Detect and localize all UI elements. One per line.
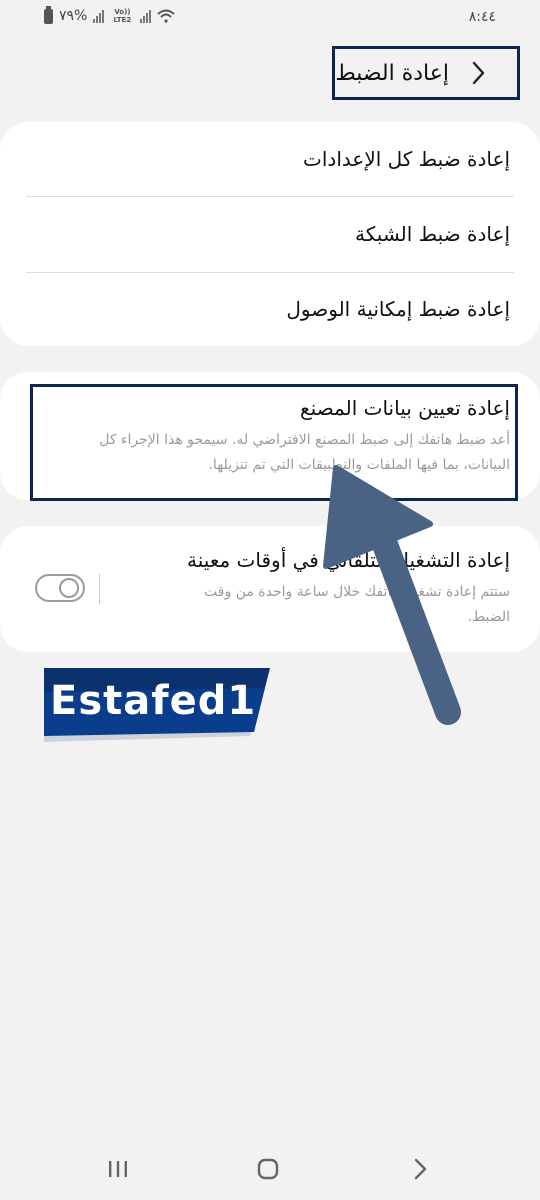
factory-reset-item[interactable]: إعادة تعيين بيانات المصنع أعد ضبط هاتفك … <box>0 372 540 500</box>
chevron-right-icon[interactable] <box>463 58 493 88</box>
auto-restart-description-1: ستتم إعادة تشغيل هاتفك خلال ساعة واحدة م… <box>204 584 510 600</box>
factory-reset-description-1: أعد ضبط هاتفك إلى ضبط المصنع الافتراضي ل… <box>99 432 510 448</box>
wifi-icon <box>157 9 176 23</box>
toggle-separator <box>99 574 100 604</box>
signal-icon <box>93 9 105 23</box>
page-title: إعادة الضبط <box>335 60 449 86</box>
recent-apps-icon[interactable] <box>98 1154 138 1184</box>
back-icon[interactable] <box>400 1154 440 1184</box>
status-bar: %٧٩ Vo)) LTE2 ٨:٤٤ <box>0 0 540 36</box>
reset-all-settings-item[interactable]: إعادة ضبط كل الإعدادات <box>26 122 510 196</box>
reset-accessibility-item[interactable]: إعادة ضبط إمكانية الوصول <box>26 272 510 346</box>
reset-accessibility-label: إعادة ضبط إمكانية الوصول <box>286 297 510 321</box>
status-time: ٨:٤٤ <box>468 9 496 25</box>
signal-icon-2 <box>140 9 152 23</box>
reset-options-card: إعادة ضبط كل الإعدادات إعادة ضبط الشبكة … <box>0 122 540 346</box>
battery-icon <box>44 5 53 24</box>
navigation-bar <box>0 1140 540 1200</box>
auto-restart-description-2: الضبط. <box>467 609 510 625</box>
toggle-knob <box>59 578 79 598</box>
auto-restart-toggle[interactable] <box>35 574 85 602</box>
status-icons: %٧٩ Vo)) LTE2 <box>44 5 176 24</box>
page-header: إعادة الضبط <box>332 46 520 100</box>
reset-all-settings-label: إعادة ضبط كل الإعدادات <box>303 147 510 171</box>
home-icon[interactable] <box>248 1154 288 1184</box>
watermark-logo: Estafed1 <box>44 666 270 744</box>
watermark-text: Estafed1 <box>50 678 257 724</box>
factory-reset-description-2: البيانات، بما فيها الملفات والتطبيقات ال… <box>208 457 510 473</box>
volte-icon: Vo)) LTE2 <box>113 8 132 24</box>
auto-restart-title: إعادة التشغيل التلقائي في أوقات معينة <box>187 548 510 572</box>
reset-network-item[interactable]: إعادة ضبط الشبكة <box>26 197 510 271</box>
reset-network-label: إعادة ضبط الشبكة <box>355 222 510 246</box>
battery-percent: %٧٩ <box>59 8 88 24</box>
factory-reset-title: إعادة تعيين بيانات المصنع <box>300 396 510 420</box>
